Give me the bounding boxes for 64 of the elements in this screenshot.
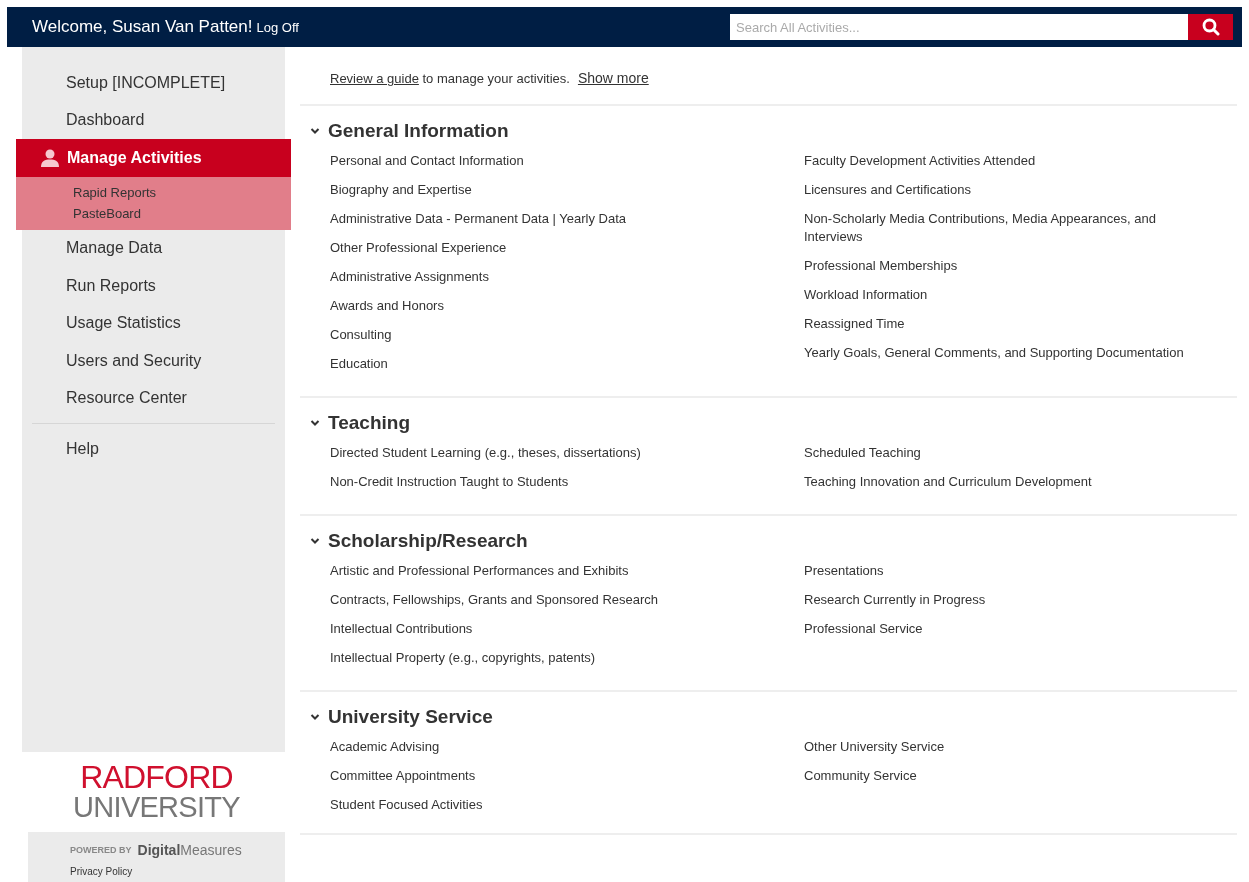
activity-link[interactable]: Intellectual Contributions	[330, 614, 725, 643]
activity-link[interactable]: Consulting	[330, 320, 725, 349]
logo-text: UNIVERSITY	[73, 792, 240, 822]
activity-link[interactable]: Faculty Development Activities Attended	[804, 146, 1199, 175]
chevron-down-icon[interactable]	[310, 126, 320, 136]
section-heading[interactable]: University Service	[328, 705, 493, 729]
activity-link[interactable]: Awards and Honors	[330, 291, 725, 320]
welcome-text: Welcome, Susan Van Patten!	[32, 16, 253, 39]
activity-link[interactable]: Administrative Data - Permanent Data | Yearly Data	[330, 204, 725, 233]
activity-link[interactable]: Non-Credit Instruction Taught to Students	[330, 467, 725, 496]
activity-link[interactable]: Professional Service	[804, 614, 1199, 643]
activity-link[interactable]: Contracts, Fellowships, Grants and Sponsored Research	[330, 585, 725, 614]
logo-text: RADFORD	[80, 762, 233, 792]
search-button[interactable]	[1188, 14, 1233, 40]
activity-link[interactable]: Teaching Innovation and Curriculum Development	[804, 467, 1199, 496]
activity-link[interactable]: Academic Advising	[330, 732, 725, 761]
chevron-down-icon[interactable]	[310, 536, 320, 546]
activity-link[interactable]: Student Focused Activities	[330, 790, 725, 819]
chevron-down-icon[interactable]	[310, 712, 320, 722]
submenu-item[interactable]: Rapid Reports	[73, 181, 291, 203]
sidebar-item[interactable]: Help	[22, 430, 285, 468]
activity-link[interactable]: Biography and Expertise	[330, 175, 725, 204]
show-more-link[interactable]: Show more	[577, 68, 649, 89]
activity-link[interactable]: Licensures and Certifications	[804, 175, 1199, 204]
activity-link[interactable]: Yearly Goals, General Comments, and Supporting Documentation	[804, 338, 1199, 367]
activity-link[interactable]: Research Currently in Progress	[804, 585, 1199, 614]
sidebar-item[interactable]: Setup [INCOMPLETE]	[22, 64, 285, 102]
person-icon	[40, 147, 60, 168]
sidebar-item[interactable]: Manage Activities	[16, 139, 291, 177]
sidebar-item[interactable]: Manage Data	[22, 229, 285, 267]
brand-text: DigitalMeasures	[137, 841, 242, 860]
activity-link[interactable]: Other Professional Experience	[330, 233, 725, 262]
activity-link[interactable]: Committee Appointments	[330, 761, 725, 790]
privacy-link[interactable]: Privacy Policy	[70, 864, 285, 879]
section-heading[interactable]: Scholarship/Research	[328, 529, 528, 553]
sidebar-item[interactable]: Run Reports	[22, 267, 285, 305]
activity-link[interactable]: Community Service	[804, 761, 1199, 790]
activity-link[interactable]: Artistic and Professional Performances and Exhibits	[330, 556, 725, 585]
submenu-item[interactable]: PasteBoard	[73, 202, 291, 224]
intro-text: Review a guide to manage your activities.	[330, 69, 570, 88]
log-off-link[interactable]: Log Off	[256, 18, 299, 38]
activity-link[interactable]: Administrative Assignments	[330, 262, 725, 291]
activity-link[interactable]: Reassigned Time	[804, 309, 1199, 338]
activity-link[interactable]: Professional Memberships	[804, 251, 1199, 280]
activity-link[interactable]: Education	[330, 349, 725, 378]
section-heading[interactable]: Teaching	[328, 411, 410, 435]
sidebar-item[interactable]: Dashboard	[22, 101, 285, 139]
activity-link[interactable]: Other University Service	[804, 732, 1199, 761]
activity-link[interactable]: Presentations	[804, 556, 1199, 585]
sidebar-item[interactable]: Resource Center	[22, 379, 285, 417]
activity-link[interactable]: Non-Scholarly Media Contributions, Media Appearances, and Interviews	[804, 204, 1199, 251]
sidebar-item[interactable]: Usage Statistics	[22, 304, 285, 342]
guide-link[interactable]: Review a guide	[330, 70, 419, 86]
search-icon	[1201, 18, 1220, 36]
activity-link[interactable]: Scheduled Teaching	[804, 438, 1199, 467]
search-field[interactable]: Search All Activities...	[730, 14, 1188, 40]
chevron-down-icon[interactable]	[310, 418, 320, 428]
section-heading[interactable]: General Information	[328, 119, 509, 143]
activity-link[interactable]: Intellectual Property (e.g., copyrights, patents)	[330, 643, 725, 672]
activity-link[interactable]: Workload Information	[804, 280, 1199, 309]
activity-link[interactable]: Directed Student Learning (e.g., theses, dissertations)	[330, 438, 725, 467]
sidebar-item[interactable]: Users and Security	[22, 342, 285, 380]
activity-link[interactable]: Personal and Contact Information	[330, 146, 725, 175]
powered-by-text: POWERED BY	[70, 843, 132, 857]
